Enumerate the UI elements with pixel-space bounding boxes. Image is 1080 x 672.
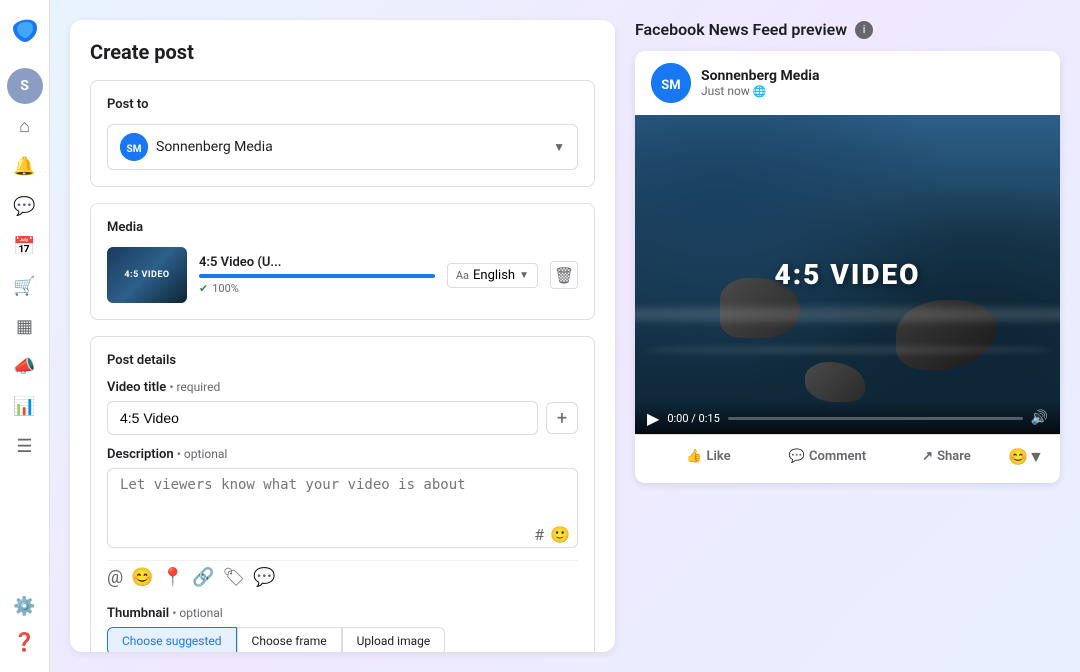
page-avatar: SM	[120, 133, 148, 161]
like-icon: 👍	[686, 449, 702, 464]
menu-icon[interactable]: ☰	[7, 428, 43, 464]
dropdown-arrow-icon: ▼	[553, 140, 565, 154]
sidebar: S ⌂ 🔔 💬 📅 🛒 ▦ 📣 📊 ☰ ⚙️ ❓	[0, 0, 50, 672]
user-avatar[interactable]: S	[7, 68, 43, 104]
video-controls: ▶ 0:00 / 0:15 🔊	[635, 401, 1060, 434]
fb-video-player[interactable]: 4:5 VIDEO ▶ 0:00 / 0:15 🔊	[635, 115, 1060, 434]
preview-header: Facebook News Feed preview i	[635, 20, 1060, 39]
description-wrap: # 🙂	[107, 468, 578, 552]
share-icon: ↗	[922, 449, 933, 464]
fb-page-info: Sonnenberg Media Just now 🌐	[701, 68, 819, 98]
hashtag-icon[interactable]: #	[534, 525, 544, 544]
media-filename: 4:5 Video (U...	[199, 255, 435, 270]
flag-icon[interactable]: 🏷	[222, 567, 245, 588]
wave-2	[644, 346, 1052, 354]
main-content: Create post Post to SM Sonnenberg Media …	[50, 0, 1080, 672]
settings-icon[interactable]: ⚙️	[7, 588, 43, 624]
post-to-section: Post to SM Sonnenberg Media ▼	[90, 80, 595, 187]
chat-icon[interactable]: 💬	[7, 188, 43, 224]
check-icon: ✔	[199, 282, 208, 295]
preview-panel: Facebook News Feed preview i SM Sonnenbe…	[635, 20, 1060, 652]
video-progress-track[interactable]	[728, 417, 1023, 420]
fb-page-avatar: SM	[651, 63, 691, 103]
lang-dropdown-icon: ▼	[519, 270, 529, 281]
info-icon[interactable]: i	[855, 21, 873, 39]
play-button[interactable]: ▶	[647, 409, 659, 428]
bell-icon[interactable]: 🔔	[7, 148, 43, 184]
video-title-row: +	[107, 401, 578, 435]
emoji-toolbar-icon[interactable]: 😊	[131, 567, 153, 588]
fb-page-name: Sonnenberg Media	[701, 68, 819, 84]
link-icon[interactable]: 🔗	[192, 567, 214, 588]
media-info: 4:5 Video (U... ✔ 100%	[199, 255, 435, 295]
post-to-label: Post to	[107, 97, 578, 112]
svg-text:SM: SM	[661, 78, 680, 93]
panel-title: Create post	[90, 40, 595, 64]
emoji-icon[interactable]: 🙂	[550, 525, 570, 544]
thumbnail-tabs: Choose suggested Choose frame Upload ima…	[107, 627, 578, 652]
location-icon[interactable]: 📍	[162, 567, 184, 588]
shop-icon[interactable]: 🛒	[7, 268, 43, 304]
more-icon[interactable]: 💬	[253, 567, 275, 588]
page-name: Sonnenberg Media	[156, 139, 545, 155]
share-button[interactable]: ↗ Share	[889, 443, 1004, 470]
chart-icon[interactable]: 📊	[7, 388, 43, 424]
media-label: Media	[107, 220, 578, 235]
wave-1	[635, 307, 1060, 322]
description-label: Description • optional	[107, 447, 578, 462]
input-toolbar: @ 😊 📍 🔗 🏷 💬	[107, 560, 578, 594]
video-title-input[interactable]	[107, 401, 538, 435]
media-thumb-label: 4:5 VIDEO	[124, 270, 169, 280]
megaphone-icon[interactable]: 📣	[7, 348, 43, 384]
help-icon[interactable]: ❓	[7, 624, 43, 660]
progress-fill	[199, 274, 435, 278]
media-section: Media 4:5 VIDEO 4:5 Video (U... ✔ 100%	[90, 203, 595, 320]
post-details-label: Post details	[107, 353, 578, 368]
like-button[interactable]: 👍 Like	[651, 443, 766, 470]
tab-choose-frame[interactable]: Choose frame	[237, 627, 342, 652]
app-logo[interactable]	[9, 12, 41, 48]
comment-button[interactable]: 💬 Comment	[770, 443, 885, 470]
language-select[interactable]: Aa English ▼	[447, 263, 538, 288]
post-details-section: Post details Video title • required + De…	[90, 336, 595, 652]
progress-label: ✔ 100%	[199, 282, 435, 295]
more-options-button[interactable]: 😊▼	[1008, 439, 1044, 475]
media-item: 4:5 VIDEO 4:5 Video (U... ✔ 100% Aa Engl…	[107, 247, 578, 303]
media-thumbnail: 4:5 VIDEO	[107, 247, 187, 303]
tab-choose-suggested[interactable]: Choose suggested	[107, 627, 237, 652]
table-icon[interactable]: ▦	[7, 308, 43, 344]
globe-icon: 🌐	[753, 85, 767, 98]
video-overlay-text: 4:5 VIDEO	[775, 258, 921, 291]
reactions-icon: 😊▼	[1008, 447, 1044, 467]
language-value: English	[473, 268, 515, 283]
calendar-icon[interactable]: 📅	[7, 228, 43, 264]
fb-preview-card: SM Sonnenberg Media Just now 🌐	[635, 51, 1060, 483]
post-to-dropdown[interactable]: SM Sonnenberg Media ▼	[107, 124, 578, 170]
description-input[interactable]	[107, 468, 578, 548]
tab-upload-image[interactable]: Upload image	[342, 627, 446, 652]
delete-media-button[interactable]: 🗑	[550, 261, 578, 289]
progress-bar	[199, 274, 435, 278]
fb-timestamp: Just now 🌐	[701, 84, 819, 98]
time-display: 0:00 / 0:15	[667, 412, 719, 425]
svg-text:SM: SM	[127, 144, 142, 155]
home-icon[interactable]: ⌂	[7, 108, 43, 144]
fb-card-header: SM Sonnenberg Media Just now 🌐	[635, 51, 1060, 115]
video-title-label: Video title • required	[107, 380, 578, 395]
thumbnail-label: Thumbnail • optional	[107, 606, 578, 621]
create-post-panel: Create post Post to SM Sonnenberg Media …	[70, 20, 615, 652]
mention-icon[interactable]: @	[107, 567, 123, 588]
volume-button[interactable]: 🔊	[1031, 410, 1048, 426]
preview-title: Facebook News Feed preview	[635, 20, 847, 39]
textarea-actions: # 🙂	[534, 525, 570, 544]
lang-label-icon: Aa	[456, 269, 469, 282]
fb-actions: 👍 Like 💬 Comment ↗ Share 😊▼	[635, 434, 1060, 483]
comment-icon: 💬	[789, 449, 805, 464]
add-title-button[interactable]: +	[546, 402, 578, 434]
